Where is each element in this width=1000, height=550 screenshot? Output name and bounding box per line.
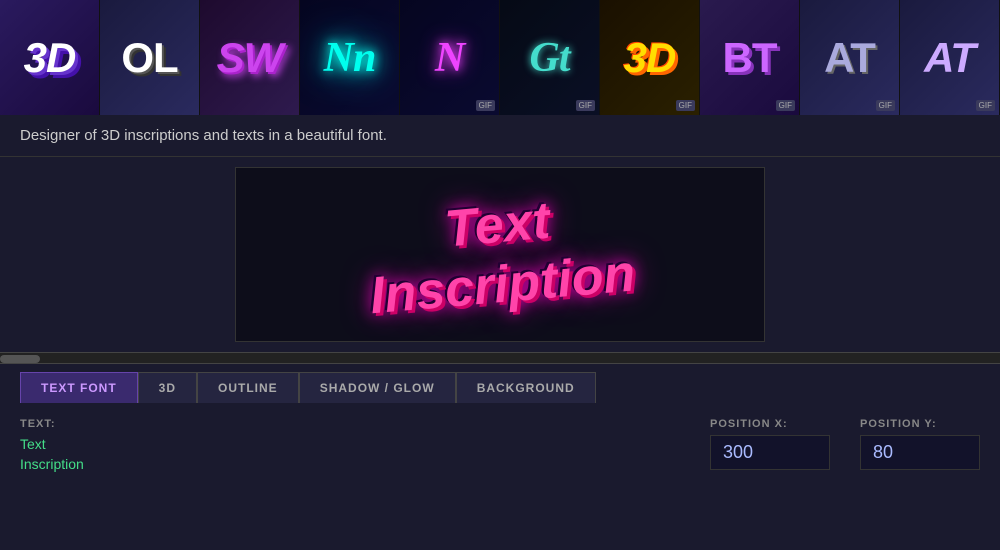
text-value-line2: Inscription <box>20 455 84 475</box>
tab-text-font[interactable]: TEXT FONT <box>20 372 138 403</box>
gallery-item-neon-italic-style[interactable]: NGIF <box>400 0 500 115</box>
text-value-line1: Text <box>20 435 84 455</box>
gallery-item-italic-style[interactable]: ATGIF <box>900 0 1000 115</box>
gallery-item-3d-style[interactable]: 3D <box>0 0 100 115</box>
position-y-label: POSITION Y: <box>860 418 980 430</box>
description-bar: Designer of 3D inscriptions and texts in… <box>0 115 1000 157</box>
scroll-thumb[interactable] <box>0 355 40 363</box>
gallery-item-circle-style[interactable]: OL <box>100 0 200 115</box>
position-x-group: POSITION X: <box>710 418 830 470</box>
position-x-input[interactable] <box>710 435 830 470</box>
tab-outline[interactable]: OUTLINE <box>197 372 299 403</box>
style-gallery: 3DOLSWNnNGIFGtGIF3DGIFBTGIFATGIFATGIFSTG… <box>0 0 1000 115</box>
gallery-item-grey-bold-style[interactable]: ATGIF <box>800 0 900 115</box>
gallery-item-yellow-3d-style[interactable]: 3DGIF <box>600 0 700 115</box>
position-y-input[interactable] <box>860 435 980 470</box>
text-label: TEXT: <box>20 418 84 430</box>
position-x-label: POSITION X: <box>710 418 830 430</box>
canvas-area: Text Inscription <box>0 157 1000 352</box>
tab-shadow-glow[interactable]: SHADOW / GLOW <box>299 372 456 403</box>
gallery-item-cursive-style[interactable]: SW <box>200 0 300 115</box>
gallery-item-script-style[interactable]: GtGIF <box>500 0 600 115</box>
controls-right: POSITION X: POSITION Y: <box>710 418 980 470</box>
text-control-group: TEXT: Text Inscription <box>20 418 84 474</box>
text-value: Text Inscription <box>20 435 84 474</box>
gallery-item-purple-bold-style[interactable]: BTGIF <box>700 0 800 115</box>
scroll-strip[interactable] <box>0 352 1000 364</box>
tabs-bar: TEXT FONT3DOUTLINESHADOW / GLOWBACKGROUN… <box>0 364 1000 403</box>
controls-area: TEXT: Text Inscription POSITION X: POSIT… <box>0 403 1000 489</box>
gallery-item-neon-cursive-style[interactable]: Nn <box>300 0 400 115</box>
position-y-group: POSITION Y: <box>860 418 980 470</box>
tab-3d[interactable]: 3D <box>138 372 197 403</box>
preview-canvas: Text Inscription <box>235 167 765 342</box>
description-text: Designer of 3D inscriptions and texts in… <box>20 127 387 144</box>
tab-background[interactable]: BACKGROUND <box>456 372 596 403</box>
preview-text: Text Inscription <box>362 183 637 326</box>
